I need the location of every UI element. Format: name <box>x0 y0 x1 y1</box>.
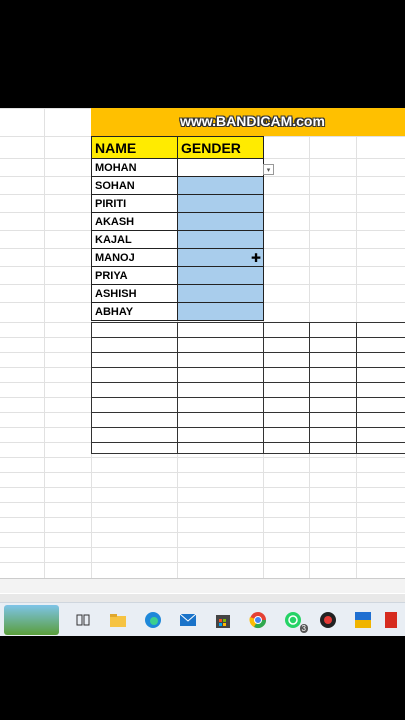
empty-table-area[interactable] <box>91 322 405 454</box>
excel-window: GENDER CHANGING NAME GENDER MOHAN SOHAN … <box>0 108 405 636</box>
name-header[interactable]: NAME <box>91 136 178 159</box>
gridline <box>0 532 405 533</box>
acrobat-icon[interactable] <box>380 609 402 631</box>
table-divider <box>309 322 310 454</box>
name-cell[interactable]: PIRITI <box>91 194 178 213</box>
table-divider <box>263 322 264 454</box>
file-explorer-icon[interactable] <box>107 609 129 631</box>
gender-header[interactable]: GENDER <box>177 136 264 159</box>
record-icon[interactable] <box>317 609 339 631</box>
gender-cell[interactable] <box>177 302 264 321</box>
table-divider <box>177 322 178 454</box>
edge-icon[interactable] <box>142 609 164 631</box>
gridline <box>44 108 45 578</box>
landscape-icon[interactable] <box>4 605 59 635</box>
cell-cursor-icon: ✚ <box>251 251 262 265</box>
store-icon[interactable] <box>212 609 234 631</box>
name-cell[interactable]: MANOJ <box>91 248 178 267</box>
whatsapp-icon[interactable]: 3 <box>282 609 308 633</box>
gridline <box>0 457 405 458</box>
gender-cell[interactable] <box>177 212 264 231</box>
dropdown-arrow-icon[interactable]: ▾ <box>263 164 274 175</box>
taskbar: 3 <box>0 602 405 636</box>
task-view-icon[interactable] <box>72 609 94 631</box>
gender-cell[interactable] <box>177 284 264 303</box>
name-cell[interactable]: SOHAN <box>91 176 178 195</box>
gridline <box>0 487 405 488</box>
gender-cell[interactable] <box>177 230 264 249</box>
mail-icon[interactable] <box>177 609 199 631</box>
app-icon[interactable] <box>352 609 374 631</box>
gender-cell-active[interactable] <box>177 158 264 177</box>
gridline <box>0 472 405 473</box>
chrome-icon[interactable] <box>247 609 269 631</box>
table-divider <box>356 322 357 454</box>
gender-cell[interactable] <box>177 176 264 195</box>
gridline <box>0 547 405 548</box>
horizontal-scrollbar[interactable] <box>0 594 405 602</box>
gridline <box>0 562 405 563</box>
gridline <box>0 517 405 518</box>
whatsapp-badge: 3 <box>299 624 308 633</box>
name-cell[interactable]: MOHAN <box>91 158 178 177</box>
watermark: www.BANDICAM.com <box>180 113 325 129</box>
name-cell[interactable]: PRIYA <box>91 266 178 285</box>
gender-cell[interactable] <box>177 266 264 285</box>
spreadsheet-grid[interactable]: GENDER CHANGING NAME GENDER MOHAN SOHAN … <box>0 108 405 578</box>
gridline <box>0 502 405 503</box>
name-cell[interactable]: KAJAL <box>91 230 178 249</box>
name-cell[interactable]: ASHISH <box>91 284 178 303</box>
name-cell[interactable]: ABHAY <box>91 302 178 321</box>
gender-cell[interactable] <box>177 194 264 213</box>
status-bar <box>0 578 405 593</box>
name-cell[interactable]: AKASH <box>91 212 178 231</box>
